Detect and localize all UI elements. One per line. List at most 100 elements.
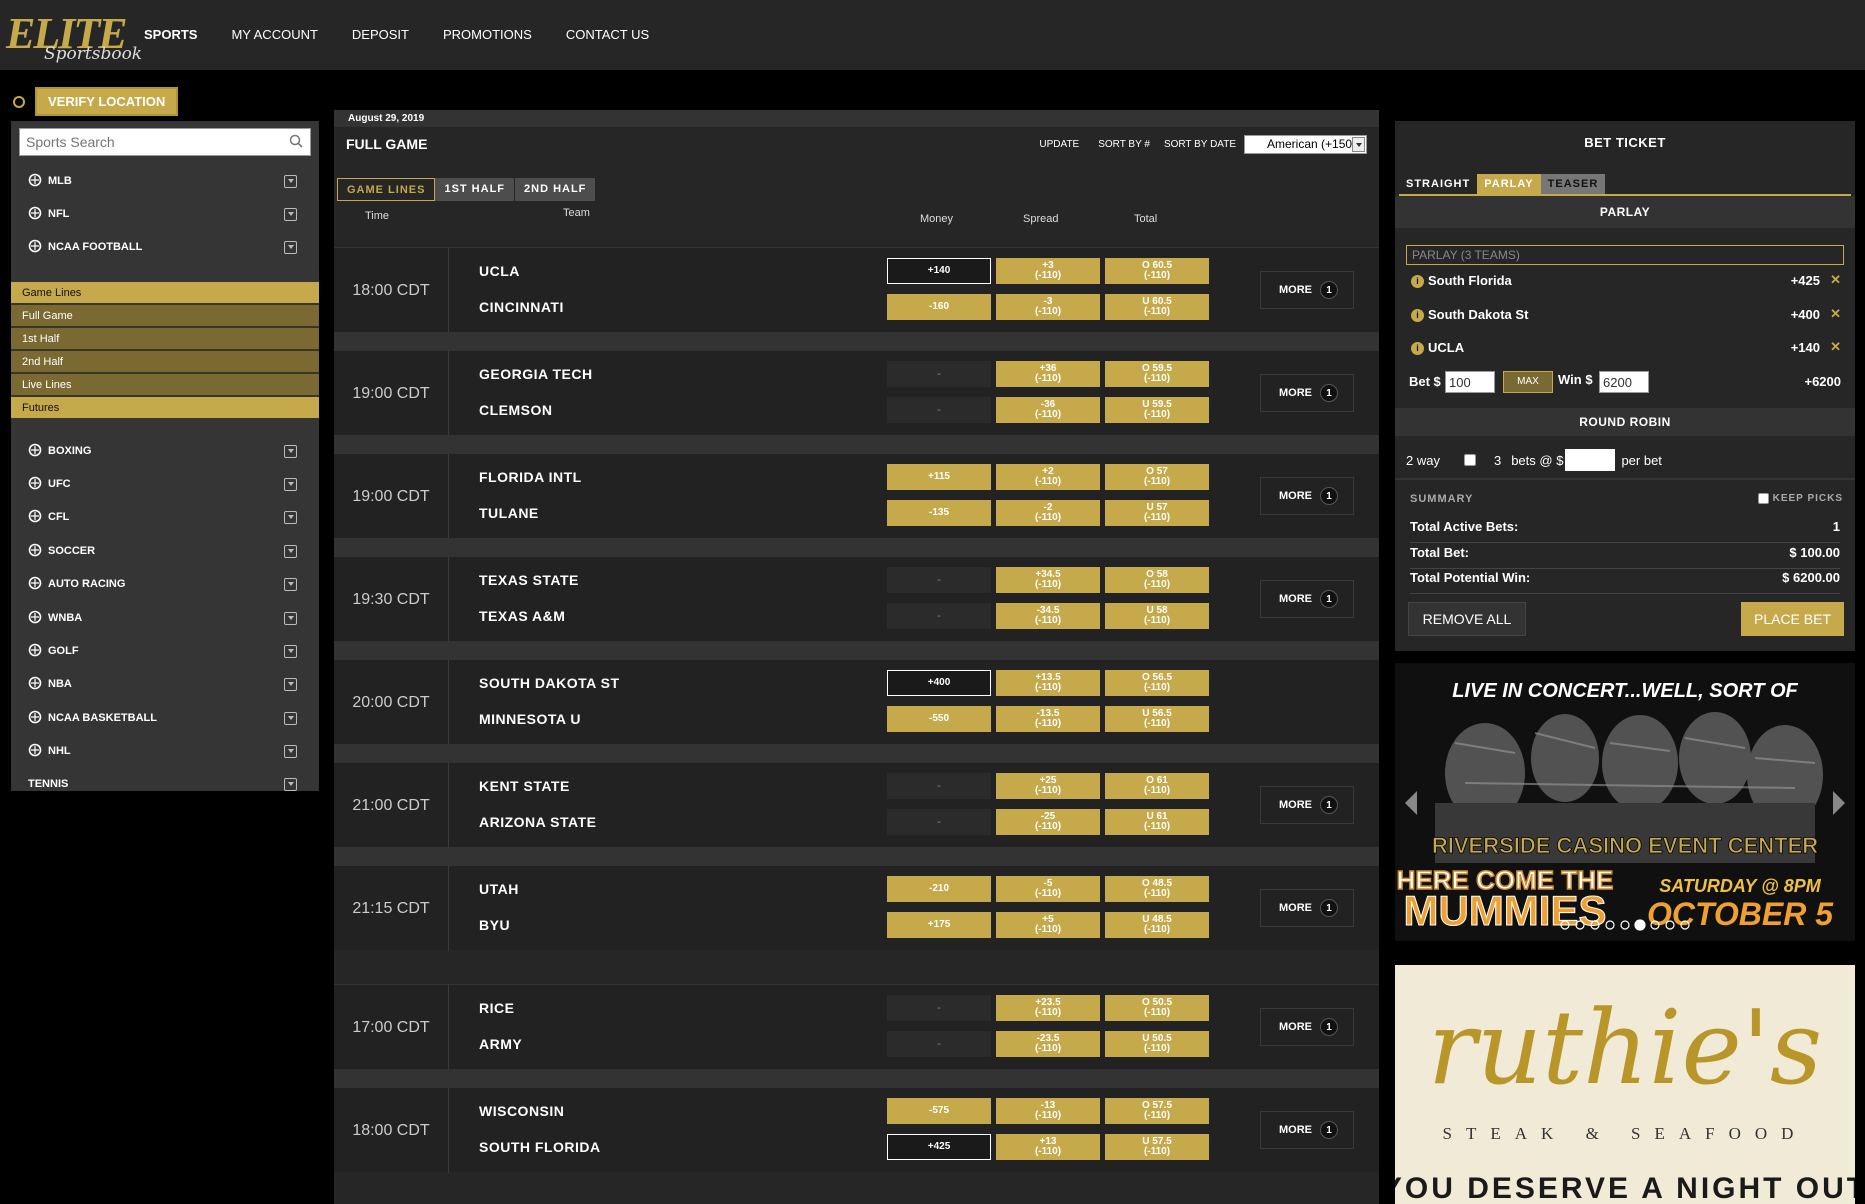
team-name[interactable]: UCLA [479, 263, 520, 279]
more-button[interactable]: MORE 1 [1260, 889, 1354, 927]
info-icon[interactable]: i [1411, 275, 1424, 288]
total-button[interactable]: O 59.5 (-110) [1105, 361, 1209, 387]
sidebar-item-nba[interactable]: NBA [11, 669, 319, 699]
total-button[interactable]: U 59.5 (-110) [1105, 397, 1209, 423]
chevron-down-icon[interactable] [284, 644, 297, 658]
ruthies-banner[interactable]: ruthie's STEAK & SEAFOOD YOU DESERVE A N… [1395, 965, 1855, 1204]
spread-button[interactable]: -13 (-110) [996, 1098, 1100, 1124]
moneyline-button[interactable]: -135 [887, 500, 991, 526]
moneyline-button[interactable]: -575 [887, 1098, 991, 1124]
ncaa-sub-game-lines[interactable]: Game Lines [11, 282, 319, 304]
sidebar-item-soccer[interactable]: SOCCER [11, 536, 319, 566]
team-name[interactable]: ARMY [479, 1036, 522, 1052]
more-button[interactable]: MORE 1 [1260, 1008, 1354, 1046]
team-name[interactable]: MINNESOTA U [479, 711, 581, 727]
nav-deposit[interactable]: DEPOSIT [352, 27, 409, 42]
sidebar-item-golf[interactable]: GOLF [11, 636, 319, 666]
max-button[interactable]: MAX [1503, 371, 1553, 393]
spread-button[interactable]: +23.5 (-110) [996, 995, 1100, 1021]
tab-straight[interactable]: STRAIGHT [1399, 174, 1478, 194]
spread-button[interactable]: -2 (-110) [996, 500, 1100, 526]
moneyline-button[interactable]: -210 [887, 876, 991, 902]
sort-by-number-button[interactable]: SORT BY # [1098, 139, 1150, 150]
spread-button[interactable]: +36 (-110) [996, 361, 1100, 387]
spread-button[interactable]: -5 (-110) [996, 876, 1100, 902]
spread-button[interactable]: +34.5 (-110) [996, 567, 1100, 593]
moneyline-button[interactable]: -160 [887, 294, 991, 320]
place-bet-button[interactable]: PLACE BET [1741, 602, 1844, 636]
team-name[interactable]: CLEMSON [479, 402, 553, 418]
total-button[interactable]: O 48.5 (-110) [1105, 876, 1209, 902]
odds-format-select[interactable]: American (+150) [1244, 135, 1367, 154]
team-name[interactable]: FLORIDA INTL [479, 469, 582, 485]
sidebar-item-cfl[interactable]: CFL [11, 502, 319, 532]
spread-button[interactable]: -34.5 (-110) [996, 603, 1100, 629]
sidebar-item-nhl[interactable]: NHL [11, 736, 319, 766]
mummies-concert-banner[interactable]: LIVE IN CONCERT...WELL, SORT OF RIVERSID… [1395, 663, 1855, 941]
team-name[interactable]: SOUTH DAKOTA ST [479, 675, 620, 691]
more-button[interactable]: MORE 1 [1260, 374, 1354, 412]
chevron-down-icon[interactable] [284, 744, 297, 758]
spread-button[interactable]: +3 (-110) [996, 258, 1100, 284]
total-button[interactable]: U 61 (-110) [1105, 809, 1209, 835]
team-name[interactable]: SOUTH FLORIDA [479, 1139, 601, 1155]
nav-my-account[interactable]: MY ACCOUNT [231, 27, 317, 42]
sort-by-date-button[interactable]: SORT BY DATE [1164, 139, 1236, 150]
team-name[interactable]: RICE [479, 1000, 514, 1016]
close-icon[interactable]: ✕ [1830, 272, 1841, 288]
sidebar-item-wnba[interactable]: WNBA [11, 603, 319, 633]
moneyline-button[interactable]: +115 [887, 464, 991, 490]
elite-sportsbook-logo[interactable]: ELITE Sportsbook [6, 12, 142, 65]
update-button[interactable]: UPDATE [1039, 139, 1079, 150]
more-button[interactable]: MORE 1 [1260, 477, 1354, 515]
chevron-down-icon[interactable] [284, 444, 297, 458]
moneyline-button[interactable]: +140 [887, 258, 991, 284]
spread-button[interactable]: -36 (-110) [996, 397, 1100, 423]
team-name[interactable]: BYU [479, 917, 510, 933]
spread-button[interactable]: +13.5 (-110) [996, 670, 1100, 696]
sidebar-item-mlb[interactable]: MLB [11, 166, 319, 196]
moneyline-button[interactable]: +400 [887, 670, 991, 696]
sidebar-item-ncaa-football[interactable]: NCAA FOOTBALL [11, 232, 319, 262]
search-icon[interactable] [289, 134, 303, 148]
chevron-down-icon[interactable] [284, 510, 297, 524]
info-icon[interactable]: i [1411, 309, 1424, 322]
remove-all-button[interactable]: REMOVE ALL [1408, 602, 1526, 636]
total-button[interactable]: O 56.5 (-110) [1105, 670, 1209, 696]
keep-picks[interactable]: KEEP PICKS [1757, 493, 1843, 504]
nav-promotions[interactable]: PROMOTIONS [443, 27, 532, 42]
sidebar-item-nfl[interactable]: NFL [11, 199, 319, 229]
tab-teaser[interactable]: TEASER [1540, 174, 1606, 194]
tab-1st-half[interactable]: 1ST HALF [435, 178, 516, 201]
rr-checkbox[interactable] [1463, 454, 1476, 466]
total-button[interactable]: O 50.5 (-110) [1105, 995, 1209, 1021]
spread-button[interactable]: +13 (-110) [996, 1134, 1100, 1160]
sidebar-item-boxing[interactable]: BOXING [11, 436, 319, 466]
nav-contact-us[interactable]: CONTACT US [566, 27, 649, 42]
close-icon[interactable]: ✕ [1830, 339, 1841, 355]
total-button[interactable]: O 61 (-110) [1105, 773, 1209, 799]
more-button[interactable]: MORE 1 [1260, 271, 1354, 309]
more-button[interactable]: MORE 1 [1260, 580, 1354, 618]
bet-amount-input[interactable]: 100 [1445, 371, 1495, 393]
team-name[interactable]: TEXAS STATE [479, 572, 579, 588]
sports-search[interactable] [19, 128, 311, 156]
total-button[interactable]: U 50.5 (-110) [1105, 1031, 1209, 1057]
team-name[interactable]: UTAH [479, 881, 519, 897]
team-name[interactable]: ARIZONA STATE [479, 814, 596, 830]
ncaa-sub-futures[interactable]: Futures [11, 397, 319, 419]
chevron-down-icon[interactable] [284, 577, 297, 591]
info-icon[interactable]: i [1411, 342, 1424, 355]
chevron-down-icon[interactable] [284, 777, 297, 791]
total-button[interactable]: U 58 (-110) [1105, 603, 1209, 629]
spread-button[interactable]: -3 (-110) [996, 294, 1100, 320]
chevron-down-icon[interactable] [284, 711, 297, 725]
nav-sports[interactable]: SPORTS [144, 27, 197, 42]
chevron-down-icon[interactable] [284, 207, 297, 221]
spread-button[interactable]: -13.5 (-110) [996, 706, 1100, 732]
tab-parlay[interactable]: PARLAY [1477, 174, 1541, 194]
sidebar-item-tennis[interactable]: TENNIS [11, 769, 319, 799]
ncaa-sub-1st-half[interactable]: 1st Half [11, 328, 319, 350]
verify-location-button[interactable]: VERIFY LOCATION [35, 87, 179, 116]
ncaa-sub-2nd-half[interactable]: 2nd Half [11, 351, 319, 373]
